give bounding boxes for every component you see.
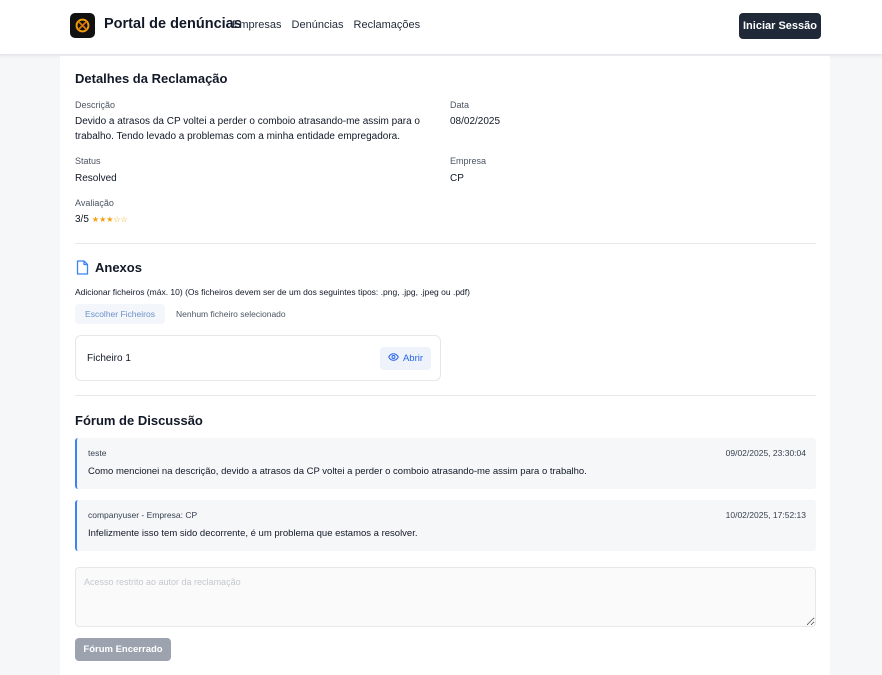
forum-message-input[interactable] <box>75 567 816 627</box>
rating-label: Avaliação <box>75 198 114 208</box>
company-value: CP <box>450 173 464 184</box>
login-button[interactable]: Iniciar Sessão <box>739 13 821 39</box>
forum-message: companyuser - Empresa: CP 10/02/2025, 17… <box>75 500 816 551</box>
open-attachment-label: Abrir <box>402 353 424 364</box>
brand-title[interactable]: Portal de denúncias <box>104 16 242 32</box>
choose-files-button[interactable]: Escolher Ficheiros <box>75 304 165 324</box>
nav-item-reclamacoes[interactable]: Reclamações <box>354 19 421 31</box>
message-author: companyuser - Empresa: CP <box>88 510 198 520</box>
attachment-card: Ficheiro 1 Abrir <box>75 335 441 381</box>
message-text: Como mencionei na descrição, devido a at… <box>88 466 587 477</box>
message-date: 09/02/2025, 23:30:04 <box>725 448 806 458</box>
status-value: Resolved <box>75 173 117 184</box>
attachments-title: Anexos <box>95 260 142 275</box>
rating-row: 3/5 ★★★☆☆ <box>75 212 128 227</box>
nav-item-denuncias[interactable]: Denúncias <box>292 19 344 31</box>
nav-item-empresas[interactable]: Empresas <box>232 19 282 31</box>
description-label: Descrição <box>75 100 116 110</box>
date-value: 08/02/2025 <box>450 116 501 127</box>
date-label: Data <box>450 100 470 110</box>
message-author: teste <box>88 448 107 458</box>
description-value: Devido a atrasos da CP voltei a perder o… <box>75 114 420 144</box>
status-label: Status <box>75 156 101 166</box>
no-file-selected-text: Nenhum ficheiro selecionado <box>176 309 286 319</box>
description-line: Devido a atrasos da CP voltei a perder o… <box>75 116 420 127</box>
section-divider <box>75 395 816 396</box>
brand-logo-icon[interactable] <box>70 13 95 38</box>
document-icon <box>76 260 89 280</box>
forum-closed-button[interactable]: Fórum Encerrado <box>75 638 171 661</box>
attachment-name: Ficheiro 1 <box>87 353 131 364</box>
forum-message: teste 09/02/2025, 23:30:04 Como mencione… <box>75 438 816 489</box>
eye-icon <box>388 353 399 364</box>
complaint-details-card: Detalhes da Reclamação Descrição Devido … <box>60 56 830 675</box>
description-line: trabalho. Tendo levado a problemas com a… <box>75 131 401 142</box>
forum-title: Fórum de Discussão <box>75 413 203 428</box>
section-divider <box>75 243 816 244</box>
message-date: 10/02/2025, 17:52:13 <box>725 510 806 520</box>
message-text: Infelizmente isso tem sido decorrente, é… <box>88 528 418 539</box>
company-label: Empresa <box>450 156 487 166</box>
open-attachment-button[interactable]: Abrir <box>380 347 431 370</box>
attachments-hint: Adicionar ficheiros (máx. 10) (Os fichei… <box>75 287 470 297</box>
rating-stars-icon: ★★★☆☆ <box>91 215 128 224</box>
details-title: Detalhes da Reclamação <box>75 71 228 86</box>
main-nav: Empresas Denúncias Reclamações <box>232 19 420 31</box>
top-navbar: Portal de denúncias Empresas Denúncias R… <box>0 0 882 55</box>
rating-value: 3/5 <box>75 214 89 225</box>
